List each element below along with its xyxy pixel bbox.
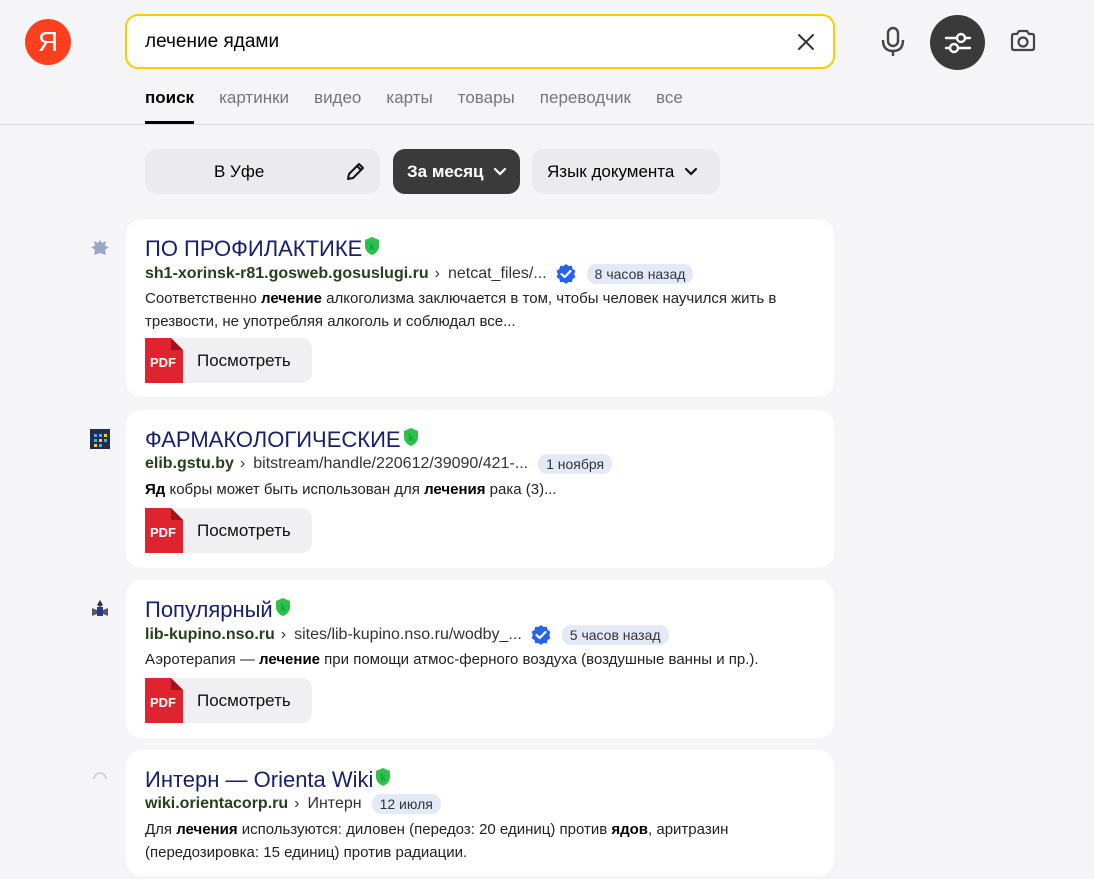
period-filter-label: За месяц <box>407 161 484 181</box>
result-path[interactable]: netcat_files/... <box>448 265 547 283</box>
snippet-highlight: ядов <box>611 821 649 838</box>
result-path[interactable]: bitstream/handle/220612/39090/421-... <box>253 455 528 473</box>
tab-all[interactable]: все <box>656 85 683 124</box>
svg-text:k: k <box>381 773 387 784</box>
yandex-logo[interactable]: Я <box>25 19 71 65</box>
result-path[interactable]: sites/lib-kupino.nso.ru/wodby_... <box>294 626 522 644</box>
snippet-highlight: Яд <box>145 481 166 498</box>
gosuslugi-favicon-icon <box>89 237 111 259</box>
view-label: Посмотреть <box>197 520 291 540</box>
tab-maps[interactable]: карты <box>386 85 432 124</box>
voice-search-button[interactable] <box>877 24 909 60</box>
result-title[interactable]: Популярный <box>145 596 273 624</box>
result-snippet: Аэротерапия — лечение при помощи атмос-ф… <box>145 648 825 671</box>
result-domain[interactable]: wiki.orientacorp.ru <box>145 795 288 813</box>
snippet-highlight: лечение <box>261 290 322 307</box>
camera-icon <box>1010 29 1036 52</box>
orienta-favicon-icon <box>89 768 111 790</box>
snippet-highlight: лечение <box>259 651 321 668</box>
tab-search[interactable]: поиск <box>145 85 195 124</box>
microphone-icon <box>881 26 905 56</box>
svg-text:k: k <box>408 433 414 444</box>
search-result: Интерн — Orienta Wiki k wiki.orientacorp… <box>126 750 834 876</box>
svg-text:PDF: PDF <box>150 695 176 710</box>
snippet-highlight: лечения <box>176 821 238 838</box>
search-input[interactable] <box>145 29 765 55</box>
region-filter[interactable]: В Уфе <box>145 149 380 194</box>
result-path[interactable]: Интерн <box>307 795 361 813</box>
tab-video[interactable]: видео <box>314 85 361 124</box>
date-badge: 8 часов назад <box>586 264 694 284</box>
search-result: ПО ПРОФИЛАКТИКЕ k sh1-xorinsk-r81.gosweb… <box>126 219 834 397</box>
result-title[interactable]: Интерн — Orienta Wiki <box>145 766 373 794</box>
search-result: Популярный k lib-kupino.nso.ru › sites/l… <box>126 580 834 738</box>
view-pdf-button[interactable]: PDF Посмотреть <box>145 678 312 723</box>
pdf-icon: PDF <box>145 508 183 553</box>
svg-text:k: k <box>280 603 286 614</box>
image-search-button[interactable] <box>1006 24 1040 58</box>
breadcrumb-separator: › <box>239 455 246 472</box>
verified-icon <box>555 263 577 285</box>
kaspersky-shield-icon: k <box>376 768 391 786</box>
snippet-text: Аэротерапия — <box>145 651 260 668</box>
result-domain[interactable]: elib.gstu.by <box>145 455 234 473</box>
breadcrumb-separator: › <box>280 626 287 643</box>
svg-text:PDF: PDF <box>150 525 176 540</box>
language-filter[interactable]: Язык документа <box>532 149 720 194</box>
result-title[interactable]: ПО ПРОФИЛАКТИКЕ <box>145 235 362 263</box>
kaspersky-shield-icon: k <box>403 428 418 446</box>
view-label: Посмотреть <box>197 690 291 710</box>
tab-products[interactable]: товары <box>458 85 515 124</box>
language-filter-label: Язык документа <box>547 161 675 181</box>
result-domain[interactable]: lib-kupino.nso.ru <box>145 626 275 644</box>
gstu-favicon-icon <box>89 428 111 450</box>
search-box <box>125 14 835 69</box>
snippet-text: Соответственно <box>145 290 261 307</box>
search-settings-button[interactable] <box>930 15 985 70</box>
header: Я поиск картинки видео карты товары <box>0 0 1094 125</box>
snippet-text: Для <box>145 821 177 838</box>
date-badge: 12 июля <box>371 794 441 814</box>
tab-images[interactable]: картинки <box>219 85 289 124</box>
tab-translator[interactable]: переводчик <box>540 85 631 124</box>
sliders-icon <box>944 32 971 53</box>
search-tabs: поиск картинки видео карты товары перево… <box>145 85 708 125</box>
svg-text:PDF: PDF <box>150 355 176 370</box>
date-badge: 5 часов назад <box>561 625 669 645</box>
pdf-icon: PDF <box>145 338 183 383</box>
kaspersky-shield-icon: k <box>365 237 380 255</box>
view-pdf-button[interactable]: PDF Посмотреть <box>145 508 312 553</box>
region-filter-label: В Уфе <box>214 161 265 181</box>
pdf-icon: PDF <box>145 678 183 723</box>
chevron-down-icon <box>493 167 507 177</box>
snippet-text: рака (3)... <box>485 481 557 498</box>
date-badge: 1 ноября <box>538 454 613 474</box>
result-snippet: Для лечения используются: диловен (перед… <box>145 818 825 864</box>
snippet-text: используются: диловен (передоз: 20 едини… <box>237 821 612 838</box>
verified-icon <box>530 624 552 646</box>
period-filter[interactable]: За месяц <box>393 149 520 194</box>
chevron-down-icon <box>684 167 698 177</box>
snippet-text: при помощи атмос-ферного воздуха (воздуш… <box>320 651 759 668</box>
result-snippet: Соответственно лечение алкоголизма заклю… <box>145 287 825 333</box>
nso-favicon-icon <box>89 598 111 620</box>
pencil-icon <box>344 161 366 188</box>
breadcrumb-separator: › <box>434 265 440 282</box>
kaspersky-shield-icon: k <box>275 598 290 616</box>
snippet-highlight: лечения <box>424 481 486 498</box>
view-pdf-button[interactable]: PDF Посмотреть <box>145 338 312 383</box>
close-icon <box>798 34 814 50</box>
clear-search-button[interactable] <box>793 29 819 55</box>
result-snippet: Яд кобры может быть использован для лече… <box>145 478 825 501</box>
snippet-text: кобры может быть использован для <box>165 481 425 498</box>
svg-text:k: k <box>370 242 376 253</box>
search-result: ФАРМАКОЛОГИЧЕСКИЕ k elib.gstu.by › bitst… <box>126 410 834 568</box>
result-domain[interactable]: sh1-xorinsk-r81.gosweb.gosuslugi.ru <box>145 265 429 283</box>
breadcrumb-separator: › <box>294 795 300 812</box>
view-label: Посмотреть <box>197 350 291 370</box>
result-title[interactable]: ФАРМАКОЛОГИЧЕСКИЕ <box>145 426 401 454</box>
